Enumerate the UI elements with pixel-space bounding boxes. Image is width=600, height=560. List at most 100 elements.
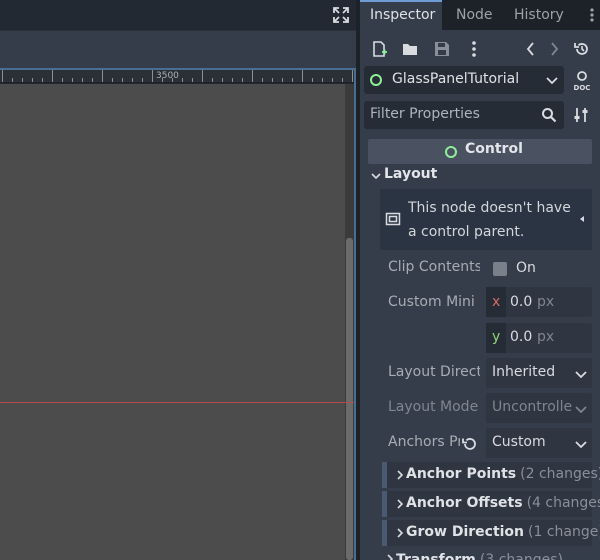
y-axis-letter: y — [492, 329, 501, 345]
ruler-tick — [192, 78, 193, 82]
subsection-name: Transform — [396, 552, 476, 560]
ruler-tick — [212, 78, 213, 82]
layout-mode-value: Uncontrolle — [492, 399, 573, 415]
control-class-icon — [445, 146, 457, 158]
horizontal-guide-line — [0, 402, 354, 403]
search-icon — [542, 108, 557, 123]
ruler-tick — [62, 78, 63, 82]
node-name: GlassPanelTutorial — [392, 71, 520, 87]
viewport-top-bar — [0, 0, 356, 30]
history-back-icon[interactable] — [522, 40, 540, 58]
save-icon[interactable] — [433, 40, 451, 58]
ruler-tick — [112, 78, 113, 82]
anchors-preset-label: Anchors Pr — [388, 434, 460, 450]
chevron-right-icon — [397, 528, 404, 538]
chevron-down-icon[interactable] — [545, 73, 559, 87]
tab-inspector[interactable]: Inspector — [360, 0, 442, 30]
ruler-tick — [72, 78, 73, 82]
custom-min-y-value[interactable]: 0.0 — [510, 329, 532, 345]
ruler-tick — [152, 70, 153, 82]
anchors-preset-value: Custom — [492, 434, 546, 450]
open-documentation-icon[interactable]: DOC — [571, 70, 593, 92]
subsection-title: Anchor Offsets(4 changes) — [406, 495, 600, 511]
layout-mode-label: Layout Mode — [388, 399, 479, 415]
revert-icon[interactable] — [461, 436, 477, 452]
clip-contents-label: Clip Contents — [388, 259, 480, 275]
subsection-count: (2 changes) — [520, 466, 600, 482]
editor-canvas[interactable] — [0, 84, 345, 560]
warning-text: This node doesn't have a control parent. — [408, 200, 571, 240]
svg-text:DOC: DOC — [574, 84, 591, 92]
custom-minimum-size-label: Custom Mini — [388, 294, 475, 310]
ruler-tick — [302, 70, 303, 82]
ruler-tick — [232, 78, 233, 82]
control-node-icon — [370, 74, 382, 86]
subsection-count: (3 changes) — [479, 552, 563, 560]
ruler-tick — [92, 78, 93, 82]
ruler-tick — [252, 70, 253, 82]
control-layout-icon — [385, 212, 401, 226]
ruler-tick — [272, 78, 273, 82]
ruler-tick — [132, 78, 133, 82]
subsection-indicator — [382, 491, 387, 517]
ruler-tick — [202, 70, 203, 82]
chevron-right-icon — [387, 554, 394, 560]
viewport-toolbar — [0, 30, 356, 68]
tab-history[interactable]: History — [504, 0, 574, 30]
chevron-left-icon[interactable] — [576, 211, 588, 227]
dock-tab-bar: Inspector Node History — [360, 0, 600, 30]
filter-placeholder: Filter Properties — [370, 106, 480, 122]
clip-contents-value: On — [516, 260, 536, 276]
x-axis-letter: x — [492, 294, 501, 310]
ruler-tick — [322, 78, 323, 82]
new-resource-icon[interactable] — [370, 40, 388, 58]
custom-min-y-unit: px — [537, 329, 555, 345]
ruler-tick — [142, 78, 143, 82]
ruler-tick — [332, 78, 333, 82]
custom-min-x-value[interactable]: 0.0 — [510, 294, 532, 310]
subsection-indicator — [382, 462, 387, 488]
chevron-down-icon — [575, 371, 587, 379]
ruler-tick — [312, 78, 313, 82]
chevron-down-icon — [575, 441, 587, 449]
ruler-tick — [122, 78, 123, 82]
subsection-name: Grow Direction — [406, 524, 525, 540]
ruler-tick — [222, 78, 223, 82]
canvas-viewport-panel: 3500 — [0, 0, 356, 560]
subsection-name: Anchor Points — [406, 466, 517, 482]
tab-node[interactable]: Node — [446, 0, 503, 30]
clip-contents-checkbox[interactable] — [493, 262, 507, 276]
subsection-name: Anchor Offsets — [406, 495, 523, 511]
ruler-tick — [102, 70, 103, 82]
subsection-title: Grow Direction (1 change) — [406, 524, 600, 540]
subsection-count: (4 changes) — [526, 495, 600, 511]
chevron-down-icon — [575, 406, 587, 414]
chevron-down-icon — [371, 173, 381, 180]
chevron-right-icon — [397, 470, 404, 480]
subsection-indicator — [382, 520, 387, 546]
ruler-tick — [242, 78, 243, 82]
vertical-scrollbar-thumb[interactable] — [346, 238, 353, 560]
property-tools-icon[interactable] — [572, 106, 590, 124]
ruler-tick — [42, 78, 43, 82]
ruler-tick — [292, 78, 293, 82]
history-forward-icon[interactable] — [545, 40, 563, 58]
distraction-free-icon[interactable] — [332, 6, 350, 24]
ruler-tick — [342, 78, 343, 82]
custom-min-x-unit: px — [537, 294, 555, 310]
ruler-tick — [262, 78, 263, 82]
class-title: Control — [465, 141, 523, 157]
chevron-right-icon — [397, 499, 404, 509]
subsection-title: Anchor Points (2 changes) — [406, 466, 600, 482]
ruler-tick — [282, 78, 283, 82]
ruler-tick — [22, 78, 23, 82]
ruler-tick — [352, 70, 353, 82]
more-icon[interactable] — [465, 40, 483, 58]
dock-menu-icon[interactable] — [587, 7, 597, 23]
layout-direction-label: Layout Directi — [388, 364, 480, 380]
ruler-tick — [182, 78, 183, 82]
object-history-icon[interactable] — [573, 40, 591, 58]
subsection-count: (1 change) — [528, 524, 600, 540]
open-folder-icon[interactable] — [401, 40, 419, 58]
ruler-tick — [32, 78, 33, 82]
